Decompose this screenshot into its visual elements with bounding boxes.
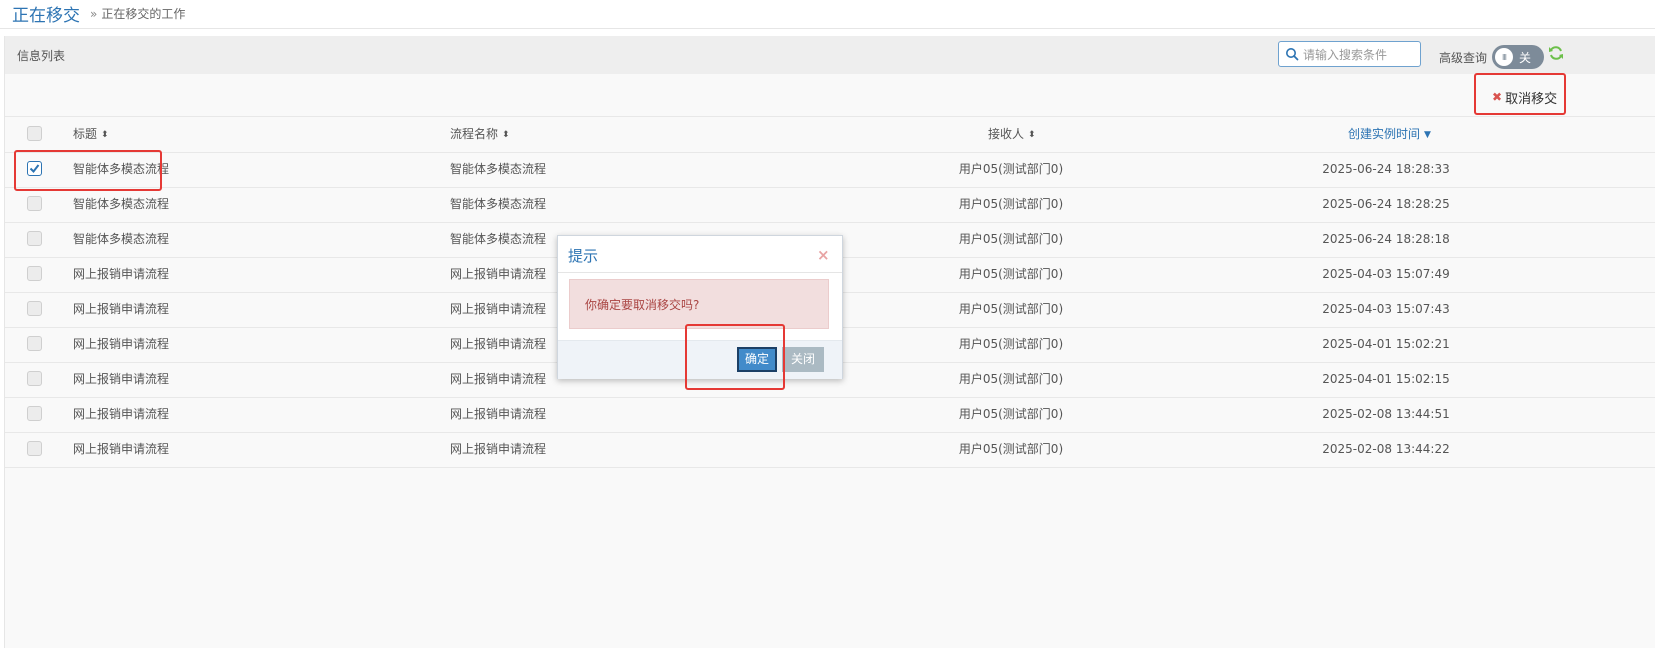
cell-title: 智能体多模态流程 [73, 232, 170, 246]
cell-flow-name: 智能体多模态流程 [450, 162, 547, 176]
cell-title: 智能体多模态流程 [73, 197, 170, 211]
toggle-knob: III [1495, 48, 1513, 66]
advanced-search-label: 高级查询 [1439, 51, 1488, 65]
row-checkbox[interactable] [27, 336, 42, 351]
cell-receiver: 用户05(测试部门0) [958, 267, 1064, 281]
cell-receiver: 用户05(测试部门0) [958, 162, 1064, 176]
cell-flow-name: 智能体多模态流程 [450, 232, 547, 246]
breadcrumb-separator: » [90, 7, 98, 21]
cell-receiver: 用户05(测试部门0) [958, 372, 1064, 386]
sort-icon: ⬍ [1028, 130, 1036, 140]
cell-receiver: 用户05(测试部门0) [958, 337, 1064, 351]
cell-flow-name: 网上报销申请流程 [450, 267, 547, 281]
table-header-row: 标题 ⬍ 流程名称 ⬍ 接收人 ⬍ 创建实例时间 ▼ [5, 116, 1655, 153]
toggle-state-text: 关 [1519, 51, 1532, 65]
table-row[interactable]: 智能体多模态流程 智能体多模态流程 用户05(测试部门0) 2025-06-24 18… [5, 152, 1655, 188]
cell-flow-name: 网上报销申请流程 [450, 302, 547, 316]
cell-flow-name: 网上报销申请流程 [450, 442, 547, 456]
cell-title: 网上报销申请流程 [73, 372, 170, 386]
search-box[interactable] [1278, 41, 1421, 67]
cell-receiver: 用户05(测试部门0) [958, 197, 1064, 211]
cell-flow-name: 网上报销申请流程 [450, 337, 547, 351]
cell-title: 网上报销申请流程 [73, 407, 170, 421]
x-icon: ✖ [1492, 90, 1503, 104]
close-button[interactable]: 关闭 [782, 347, 824, 372]
confirm-button[interactable]: 确定 [737, 347, 777, 372]
cell-created-time: 2025-04-03 15:07:43 [1322, 302, 1450, 316]
page-title: 正在移交 [12, 6, 80, 26]
cancel-transfer-button[interactable]: ✖ 取消移交 [1492, 87, 1557, 107]
cell-created-time: 2025-06-24 18:28:33 [1322, 162, 1450, 176]
cancel-transfer-label: 取消移交 [1505, 91, 1558, 107]
panel-title: 信息列表 [17, 49, 66, 63]
check-icon [29, 164, 40, 174]
table-row[interactable]: 智能体多模态流程 智能体多模态流程 用户05(测试部门0) 2025-06-24 18… [5, 187, 1655, 223]
dialog-message: 你确定要取消移交吗? [585, 298, 700, 312]
cell-created-time: 2025-02-08 13:44:51 [1322, 407, 1450, 421]
column-header-title[interactable]: 标题 ⬍ [73, 117, 109, 152]
sort-icon: ⬍ [502, 130, 510, 140]
cell-title: 网上报销申请流程 [73, 302, 170, 316]
cell-title: 网上报销申请流程 [73, 442, 170, 456]
breadcrumb: » 正在移交的工作 [90, 5, 185, 22]
advanced-search-toggle[interactable]: III 关 [1492, 45, 1544, 69]
cell-receiver: 用户05(测试部门0) [958, 302, 1064, 316]
dialog-title: 提示 [568, 247, 599, 265]
cell-created-time: 2025-02-08 13:44:22 [1322, 442, 1450, 456]
table-row[interactable]: 网上报销申请流程 网上报销申请流程 用户05(测试部门0) 2025-02-08 13… [5, 432, 1655, 468]
cell-flow-name: 网上报销申请流程 [450, 372, 547, 386]
close-icon[interactable]: × [817, 246, 830, 264]
dialog-message-box: 你确定要取消移交吗? [569, 279, 829, 329]
row-checkbox[interactable] [27, 441, 42, 456]
row-checkbox[interactable] [27, 406, 42, 421]
cell-title: 网上报销申请流程 [73, 267, 170, 281]
breadcrumb-text: 正在移交的工作 [101, 7, 186, 21]
row-checkbox[interactable] [27, 231, 42, 246]
dialog-header: 提示 × [558, 236, 842, 273]
panel-header: 信息列表 高级查询 III 关 [5, 36, 1655, 74]
sort-icon: ⬍ [101, 130, 109, 140]
cell-receiver: 用户05(测试部门0) [958, 442, 1064, 456]
cell-created-time: 2025-04-01 15:02:15 [1322, 372, 1450, 386]
search-icon [1286, 48, 1299, 61]
cell-created-time: 2025-04-01 15:02:21 [1322, 337, 1450, 351]
cell-title: 智能体多模态流程 [73, 162, 170, 176]
row-checkbox[interactable] [27, 301, 42, 316]
confirm-dialog: 提示 × 你确定要取消移交吗? 确定 关闭 [557, 235, 843, 379]
cell-created-time: 2025-04-03 15:07:49 [1322, 267, 1450, 281]
cell-created-time: 2025-06-24 18:28:18 [1322, 232, 1450, 246]
cell-receiver: 用户05(测试部门0) [958, 407, 1064, 421]
refresh-icon[interactable] [1548, 45, 1564, 61]
column-header-flow[interactable]: 流程名称 ⬍ [450, 117, 510, 152]
column-header-receiver[interactable]: 接收人 ⬍ [988, 117, 1036, 152]
column-header-created-time[interactable]: 创建实例时间 ▼ [1348, 117, 1431, 152]
row-checkbox[interactable] [27, 266, 42, 281]
cell-receiver: 用户05(测试部门0) [958, 232, 1064, 246]
row-checkbox[interactable] [27, 161, 42, 176]
cell-created-time: 2025-06-24 18:28:25 [1322, 197, 1450, 211]
select-all-checkbox[interactable] [27, 126, 42, 141]
row-checkbox[interactable] [27, 371, 42, 386]
page-header: 正在移交 » 正在移交的工作 [0, 0, 1655, 29]
cell-flow-name: 智能体多模态流程 [450, 197, 547, 211]
cell-title: 网上报销申请流程 [73, 337, 170, 351]
row-checkbox[interactable] [27, 196, 42, 211]
table-row[interactable]: 网上报销申请流程 网上报销申请流程 用户05(测试部门0) 2025-02-08 13… [5, 397, 1655, 433]
cell-flow-name: 网上报销申请流程 [450, 407, 547, 421]
search-input[interactable] [1301, 45, 1420, 65]
sort-desc-icon: ▼ [1424, 130, 1431, 140]
dialog-footer: 确定 关闭 [558, 340, 842, 379]
